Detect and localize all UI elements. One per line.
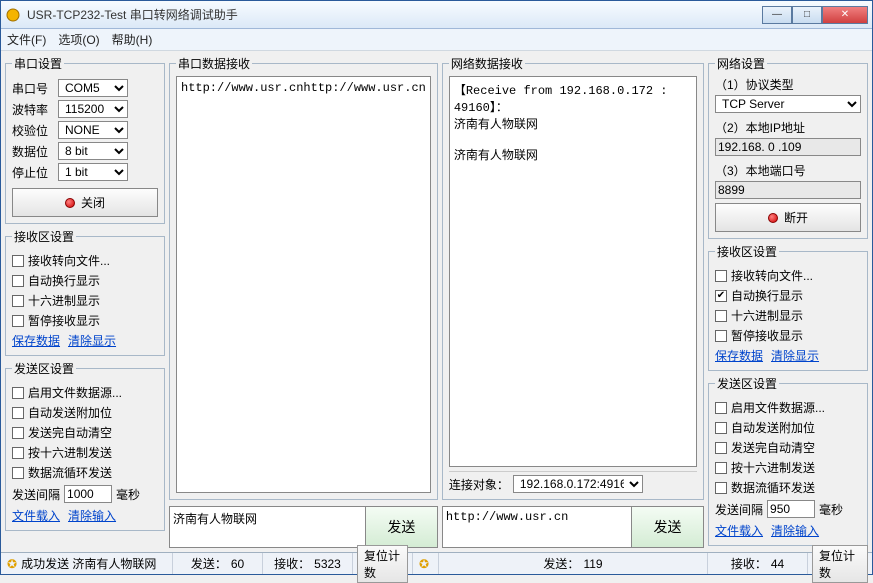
recv-options-right: 接收区设置 接收转向文件... ✔自动换行显示 十六进制显示 暂停接收显示 保存…	[708, 243, 868, 371]
file-load-link-r[interactable]: 文件载入	[715, 524, 763, 538]
clear-input-link-r[interactable]: 清除输入	[771, 524, 819, 538]
menubar: 文件(F) 选项(O) 帮助(H)	[1, 29, 872, 51]
chk-filesrc-l[interactable]	[12, 387, 24, 399]
chk-clearafter-l[interactable]	[12, 427, 24, 439]
chk-pause-l[interactable]	[12, 315, 24, 327]
menu-options[interactable]: 选项(O)	[58, 31, 99, 48]
net-recv-text[interactable]: 【Receive from 192.168.0.172 : 49160】： 济南…	[449, 76, 697, 467]
stop-select[interactable]: 1 bit	[58, 163, 128, 181]
chk-autowrap-l[interactable]	[12, 275, 24, 287]
star-icon: ✪	[419, 557, 429, 571]
local-port-input[interactable]	[715, 181, 861, 199]
disconnect-button[interactable]: 断开	[715, 203, 861, 232]
chk-append-l[interactable]	[12, 407, 24, 419]
chk-loop-r[interactable]	[715, 482, 727, 494]
statusbar: ✪成功发送 济南有人物联网 发送：60 接收：5323 复位计数 ✪ 发送：11…	[1, 552, 872, 574]
star-icon: ✪	[7, 557, 17, 571]
record-icon	[768, 213, 778, 223]
parity-select[interactable]: NONE	[58, 121, 128, 139]
maximize-button[interactable]: □	[792, 6, 822, 24]
data-label: 数据位	[12, 143, 54, 160]
chk-autowrap-r[interactable]: ✔	[715, 290, 727, 302]
net-send-input[interactable]: http://www.usr.cn	[442, 506, 632, 548]
stop-label: 停止位	[12, 164, 54, 181]
chk-clearafter-r[interactable]	[715, 442, 727, 454]
chk-hexsend-r[interactable]	[715, 462, 727, 474]
local-ip-input[interactable]	[715, 138, 861, 156]
menu-help[interactable]: 帮助(H)	[112, 31, 153, 48]
menu-file[interactable]: 文件(F)	[7, 31, 46, 48]
file-load-link-l[interactable]: 文件载入	[12, 509, 60, 523]
serial-send-button[interactable]: 发送	[366, 506, 438, 548]
save-data-link-l[interactable]: 保存数据	[12, 334, 60, 348]
chk-hexsend-l[interactable]	[12, 447, 24, 459]
baud-select[interactable]: 115200	[58, 100, 128, 118]
window-title: USR-TCP232-Test 串口转网络调试助手	[27, 6, 762, 23]
save-data-link-r[interactable]: 保存数据	[715, 349, 763, 363]
titlebar: USR-TCP232-Test 串口转网络调试助手 — □ ✕	[1, 1, 872, 29]
send-options-right: 发送区设置 启用文件数据源... 自动发送附加位 发送完自动清空 按十六进制发送…	[708, 375, 868, 546]
chk-recv-file-r[interactable]	[715, 270, 727, 282]
close-serial-button[interactable]: 关闭	[12, 188, 158, 217]
serial-settings-legend: 串口设置	[12, 55, 64, 72]
serial-send-input[interactable]: 济南有人物联网	[169, 506, 366, 548]
serial-settings-group: 串口设置 串口号COM5 波特率115200 校验位NONE 数据位8 bit …	[5, 55, 165, 224]
chk-pause-r[interactable]	[715, 330, 727, 342]
net-recv-group: 网络数据接收 【Receive from 192.168.0.172 : 491…	[442, 55, 704, 500]
send-options-left: 发送区设置 启用文件数据源... 自动发送附加位 发送完自动清空 按十六进制发送…	[5, 360, 165, 531]
net-send-button[interactable]: 发送	[632, 506, 704, 548]
minimize-button[interactable]: —	[762, 6, 792, 24]
interval-input-r[interactable]	[767, 500, 815, 518]
app-icon	[5, 7, 21, 23]
chk-filesrc-r[interactable]	[715, 402, 727, 414]
baud-label: 波特率	[12, 101, 54, 118]
chk-hex-r[interactable]	[715, 310, 727, 322]
interval-input-l[interactable]	[64, 485, 112, 503]
port-select[interactable]: COM5	[58, 79, 128, 97]
port-label: 串口号	[12, 80, 54, 97]
clear-disp-link-r[interactable]: 清除显示	[771, 349, 819, 363]
proto-select[interactable]: TCP Server	[715, 95, 861, 113]
clear-disp-link-l[interactable]: 清除显示	[68, 334, 116, 348]
reset-count-left[interactable]: 复位计数	[357, 545, 408, 583]
conn-select[interactable]: 192.168.0.172:4916	[513, 475, 643, 493]
chk-hex-l[interactable]	[12, 295, 24, 307]
data-select[interactable]: 8 bit	[58, 142, 128, 160]
net-settings-group: 网络设置 （1）协议类型 TCP Server （2）本地IP地址 （3）本地端…	[708, 55, 868, 239]
clear-input-link-l[interactable]: 清除输入	[68, 509, 116, 523]
chk-recv-file-l[interactable]	[12, 255, 24, 267]
parity-label: 校验位	[12, 122, 54, 139]
serial-recv-group: 串口数据接收 http://www.usr.cnhttp://www.usr.c…	[169, 55, 438, 500]
close-button[interactable]: ✕	[822, 6, 868, 24]
record-icon	[65, 198, 75, 208]
recv-options-left: 接收区设置 接收转向文件... 自动换行显示 十六进制显示 暂停接收显示 保存数…	[5, 228, 165, 356]
serial-recv-text[interactable]: http://www.usr.cnhttp://www.usr.cn	[176, 76, 431, 493]
chk-append-r[interactable]	[715, 422, 727, 434]
reset-count-right[interactable]: 复位计数	[812, 545, 868, 583]
chk-loop-l[interactable]	[12, 467, 24, 479]
conn-label: 连接对象：	[449, 476, 509, 493]
